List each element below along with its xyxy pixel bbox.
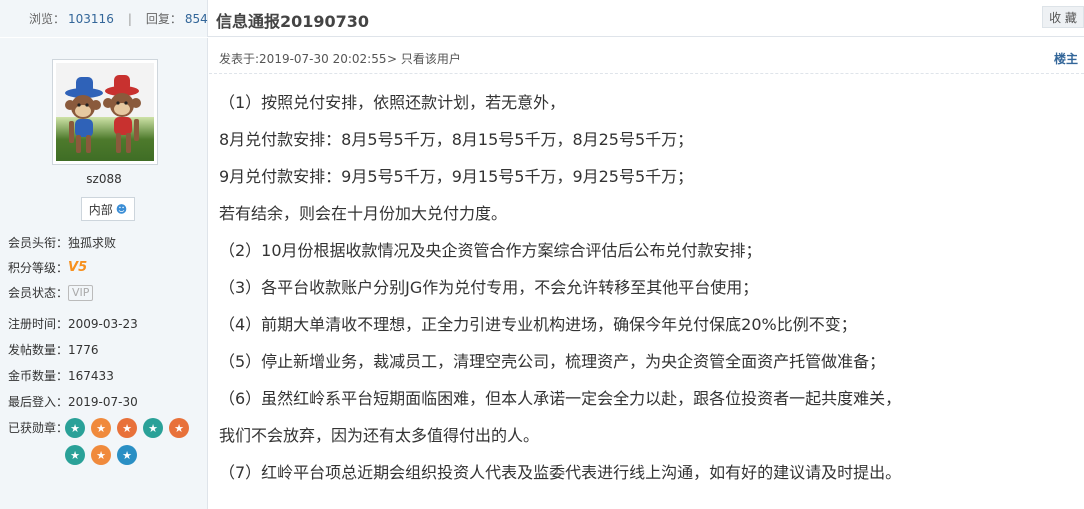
- username[interactable]: sz088: [0, 172, 208, 186]
- medal-icon[interactable]: ★: [117, 445, 137, 465]
- info-row-register-date: 注册时间： 2009-03-23: [8, 315, 138, 332]
- content-line: 我们不会放弃，因为还有太多值得付出的人。: [219, 426, 540, 445]
- content-line: （6）虽然红岭系平台短期面临困难，但本人承诺一定会全力以赴，跟各位投资者一起共度…: [219, 389, 902, 408]
- medal-icon[interactable]: ★: [91, 418, 111, 438]
- info-value: 独孤求败: [68, 236, 117, 250]
- info-label: 注册时间：: [8, 317, 69, 331]
- content-line: 9月兑付款安排：9月5号5千万，9月15号5千万，9月25号5千万；: [219, 167, 694, 186]
- content-line: 8月兑付款安排：8月5号5千万，8月15号5千万，8月25号5千万；: [219, 130, 694, 149]
- only-this-user-link[interactable]: > 只看该用户: [387, 50, 461, 67]
- views-count: 103116: [68, 11, 114, 26]
- info-value: 2009-03-23: [68, 316, 138, 331]
- info-label: 发帖数量：: [8, 343, 69, 357]
- floor-label: 楼主: [1053, 52, 1078, 66]
- info-row-title: 会员头衔： 独孤求败: [8, 234, 116, 251]
- post-time: 发表于:2019-07-30 20:02:55: [219, 52, 387, 66]
- info-label: 会员状态：: [8, 286, 69, 300]
- info-row-level: 积分等级： V5: [8, 259, 87, 276]
- favorite-button[interactable]: 收 藏: [1042, 6, 1084, 28]
- medal-icon[interactable]: ★: [117, 418, 137, 438]
- post-meta: 发表于:2019-07-30 20:02:55 > 只看该用户 楼主: [209, 38, 1084, 74]
- info-label: 最后登入：: [8, 395, 69, 409]
- info-row-status: 会员状态： VIP: [8, 284, 94, 301]
- thread-header: 浏览： 103116 | 回复： 854 信息通报20190730 收 藏: [0, 0, 1084, 37]
- info-label: 积分等级：: [8, 261, 69, 275]
- role-badge: 内部 ☻: [81, 197, 135, 221]
- thread-title: 信息通报20190730: [216, 12, 370, 31]
- medal-icon[interactable]: ★: [65, 445, 85, 465]
- replies-label: 回复：: [145, 12, 182, 26]
- vip-badge: VIP: [68, 284, 94, 301]
- replies-count: 854: [184, 11, 208, 26]
- medal-icon[interactable]: ★: [169, 418, 189, 438]
- content-line: （7）红岭平台项总近期会组织投资人代表及监委代表进行线上沟通，如有好的建议请及时…: [219, 463, 902, 482]
- info-label: 会员头衔：: [8, 236, 69, 250]
- content-line: （5）停止新增业务，裁减员工，清理空壳公司，梳理资产，为央企资管全面资产托管做准…: [219, 352, 886, 371]
- info-value: 1776: [68, 342, 99, 357]
- content-line: 若有结余，则会在十月份加大兑付力度。: [219, 204, 508, 223]
- level-badge: V5: [68, 260, 88, 275]
- medal-icon[interactable]: ★: [143, 418, 163, 438]
- role-label: 内部: [88, 202, 113, 217]
- info-value: 167433: [68, 368, 114, 383]
- post-content: （1）按照兑付安排，依照还款计划，若无意外， 8月兑付款安排：8月5号5千万，8…: [219, 90, 1079, 497]
- medal-icon[interactable]: ★: [91, 445, 111, 465]
- plush-monkeys-picture: [65, 75, 141, 153]
- avatar[interactable]: [52, 59, 158, 165]
- info-label: 金币数量：: [8, 369, 69, 383]
- info-row-last-login: 最后登入： 2019-07-30: [8, 393, 138, 410]
- info-value: 2019-07-30: [68, 394, 138, 409]
- content-line: （1）按照兑付安排，依照还款计划，若无意外，: [219, 93, 566, 112]
- views-label: 浏览：: [29, 12, 66, 26]
- info-row-coins: 金币数量： 167433: [8, 367, 114, 384]
- info-label: 已获勋章：: [8, 421, 69, 435]
- thread-stats: 浏览： 103116 | 回复： 854: [0, 0, 208, 37]
- content-line: （2）10月份根据收款情况及央企资管合作方案综合评估后公布兑付款安排；: [219, 241, 762, 260]
- medal-list: ★ ★ ★ ★ ★ ★ ★ ★: [65, 418, 195, 465]
- user-icon: ☻: [115, 202, 128, 216]
- avatar-image: [56, 63, 154, 161]
- medal-icon[interactable]: ★: [65, 418, 85, 438]
- user-sidebar: sz088 内部 ☻ 会员头衔： 独孤求败 积分等级： V5 会员状态： VIP…: [0, 38, 208, 509]
- content-line: （4）前期大单清收不理想，正全力引进专业机构进场，确保今年兑付保底20%比例不变…: [219, 315, 857, 334]
- info-row-medals: 已获勋章：: [8, 419, 68, 436]
- info-row-post-count: 发帖数量： 1776: [8, 341, 99, 358]
- content-line: （3）各平台收款账户分别JG作为兑付专用，不会允许转移至其他平台使用；: [219, 278, 759, 297]
- stats-separator: |: [127, 11, 132, 26]
